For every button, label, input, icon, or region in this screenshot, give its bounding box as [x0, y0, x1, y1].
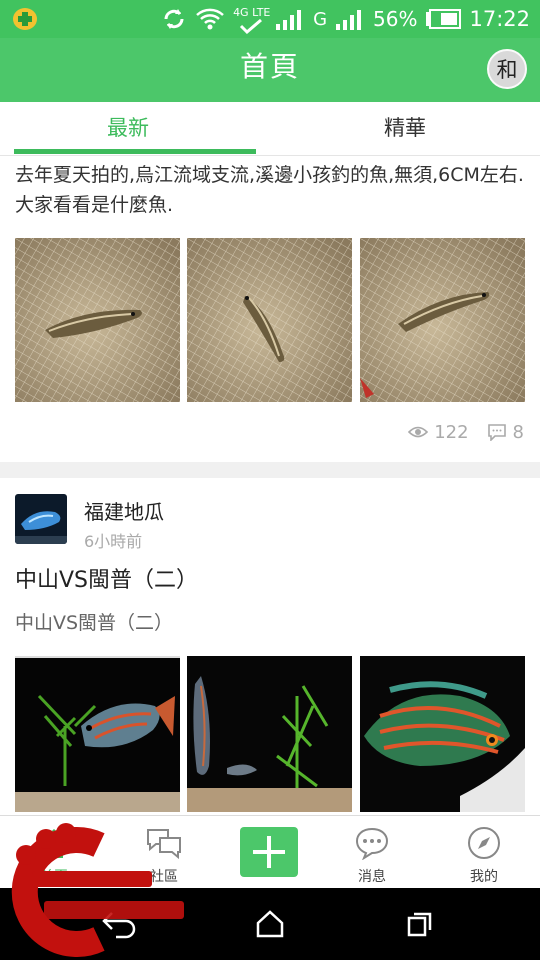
nav-messages[interactable]: 消息 — [318, 816, 426, 889]
battery-percent: 56% — [373, 7, 418, 31]
post-photo-5[interactable] — [187, 656, 352, 812]
system-nav-bar — [0, 888, 540, 960]
lte-indicator: 4G LTE — [233, 4, 270, 34]
signal-icon-2 — [336, 10, 362, 30]
tab-latest[interactable]: 最新 — [0, 102, 256, 156]
recent-apps-icon[interactable] — [406, 910, 434, 938]
sync-icon — [164, 9, 184, 29]
bottom-nav: 首頁 社區 消息 我的 — [0, 815, 540, 888]
message-icon — [355, 827, 389, 860]
comment-count: 8 — [512, 421, 524, 443]
post-photo-6[interactable] — [360, 656, 525, 812]
nav-community-label: 社區 — [150, 869, 178, 885]
post-title[interactable]: 中山VS閩普（二） — [15, 562, 198, 594]
signal-icon — [276, 10, 302, 30]
page-title: 首頁 — [239, 50, 300, 83]
post-photo-4[interactable] — [15, 656, 180, 812]
post-photo-3[interactable] — [360, 238, 525, 402]
community-icon — [147, 829, 181, 860]
feed-divider — [0, 462, 540, 478]
back-icon[interactable] — [100, 909, 140, 939]
nav-home-label: 首頁 — [40, 869, 68, 885]
tab-active-indicator — [14, 149, 256, 154]
battery-icon — [426, 9, 462, 29]
home-button-icon[interactable] — [255, 909, 285, 939]
author-name[interactable]: 福建地瓜 — [84, 496, 164, 525]
home-icon — [39, 829, 69, 858]
comment-icon — [487, 424, 506, 441]
post-summary[interactable]: 中山VS閩普（二） — [15, 608, 173, 635]
status-bar: 4G LTE G 56% 17:22 — [0, 0, 540, 38]
post-photo-1[interactable] — [15, 238, 180, 402]
tab-featured[interactable]: 精華 — [270, 102, 540, 156]
clock: 17:22 — [469, 7, 530, 31]
wifi-icon — [196, 8, 224, 30]
eye-icon — [408, 426, 429, 438]
post-photo-2[interactable] — [187, 238, 352, 402]
post-stats: 122 8 — [408, 420, 524, 444]
carrier-label: G — [313, 8, 328, 30]
create-post-button[interactable] — [240, 827, 298, 877]
nav-community[interactable]: 社區 — [110, 816, 218, 889]
compass-icon — [468, 827, 500, 859]
plus-icon — [253, 836, 285, 868]
app-header: 首頁 和 — [0, 38, 540, 102]
app-notification-icon — [13, 8, 37, 30]
tab-bar: 最新 精華 — [0, 102, 540, 156]
check-icon — [240, 18, 263, 34]
nav-profile[interactable]: 我的 — [430, 816, 538, 889]
post-body-text[interactable]: 去年夏天拍的,烏江流域支流,溪邊小孩釣的魚,無須,6CM左右.大家看看是什麼魚. — [15, 160, 525, 220]
nav-messages-label: 消息 — [358, 869, 386, 885]
view-count: 122 — [434, 421, 469, 443]
nav-home[interactable]: 首頁 — [0, 816, 108, 889]
nav-profile-label: 我的 — [470, 869, 498, 885]
author-avatar[interactable] — [15, 494, 67, 544]
post-time: 6小時前 — [84, 532, 143, 551]
user-avatar[interactable]: 和 — [487, 49, 527, 89]
